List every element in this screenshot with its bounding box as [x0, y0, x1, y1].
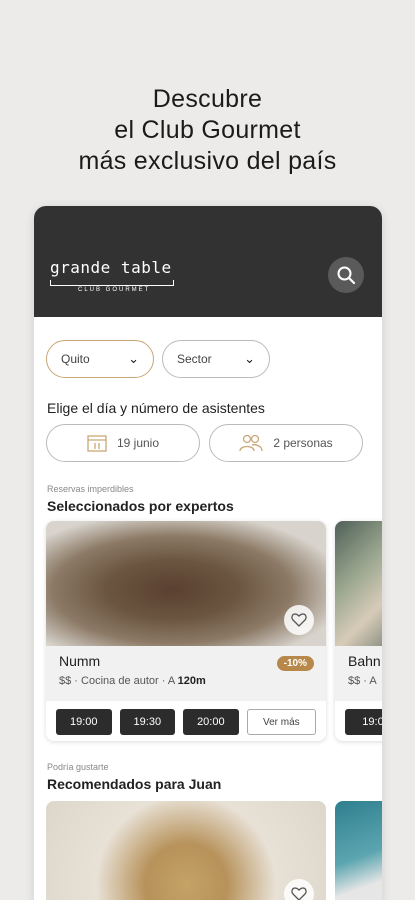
recommended-card[interactable] [46, 801, 326, 900]
logo-underline [50, 280, 174, 286]
restaurant-photo [46, 521, 326, 646]
people-value: 2 personas [273, 436, 333, 450]
restaurant-name: Bahn [348, 653, 381, 669]
restaurant-name: Numm [59, 653, 101, 669]
city-value: Quito [61, 352, 90, 366]
app-header: grande table CLUB GOURMET [34, 206, 382, 317]
restaurant-info: Bahn $$ · A [335, 646, 382, 701]
heart-icon [291, 887, 307, 900]
time-slots: 19:00 19:30 20:00 Ver más [46, 701, 326, 741]
phone-screen: grande table CLUB GOURMET Quito ⌄ Sector… [34, 206, 382, 900]
time-slot-button[interactable]: 20:00 [183, 709, 239, 735]
time-slot-button[interactable]: 19:00 [56, 709, 112, 735]
time-slot-button[interactable]: 19:0 [345, 709, 382, 735]
date-picker[interactable]: 19 junio [46, 424, 200, 462]
people-picker[interactable]: 2 personas [209, 424, 363, 462]
restaurant-card-partial[interactable]: Bahn $$ · A 19:0 [335, 521, 382, 741]
section-2-title: Recomendados para Juan [47, 776, 222, 792]
calendar-icon [87, 435, 107, 452]
sector-select[interactable]: Sector ⌄ [162, 340, 270, 378]
section-2-caption: Podría gustarte [47, 762, 109, 772]
see-more-button[interactable]: Ver más [246, 709, 317, 735]
filter-row: Quito ⌄ Sector ⌄ [46, 340, 270, 378]
promo-headline: Descubre el Club Gourmet más exclusivo d… [0, 84, 415, 177]
app-logo[interactable]: grande table CLUB GOURMET [50, 258, 174, 293]
logo-subtitle: CLUB GOURMET [78, 287, 151, 293]
date-value: 19 junio [116, 436, 160, 450]
logo-text: grande table [50, 258, 172, 277]
pick-label: Elige el día y número de asistentes [47, 400, 265, 416]
heart-icon [291, 613, 307, 627]
favorite-button[interactable] [284, 879, 314, 900]
time-slot-button[interactable]: 19:30 [119, 709, 176, 735]
favorite-button[interactable] [284, 605, 314, 635]
headline-line-2: el Club Gourmet [114, 116, 301, 144]
chevron-down-icon: ⌄ [244, 351, 255, 366]
restaurant-cuisine: Cocina de autor [81, 675, 159, 687]
restaurant-details: $$ · A [348, 675, 377, 687]
discount-badge: -10% [276, 656, 314, 671]
headline-line-1: Descubre [152, 85, 263, 113]
restaurant-price: $$ [59, 675, 72, 687]
section-1-caption: Reservas imperdibles [47, 484, 134, 494]
restaurant-info: Numm $$ · Cocina de autor · A 120m -10% [46, 646, 326, 701]
restaurant-photo [335, 521, 382, 646]
headline-line-3: más exclusivo del país [78, 147, 337, 175]
search-button[interactable] [328, 257, 364, 293]
recommended-card-partial[interactable] [335, 801, 382, 900]
section-1-title: Seleccionados por expertos [47, 498, 234, 514]
restaurant-details: $$ · Cocina de autor · A 120m [59, 675, 206, 687]
city-select[interactable]: Quito ⌄ [46, 340, 154, 378]
chevron-down-icon: ⌄ [128, 351, 139, 366]
distance-prefix: A [167, 675, 175, 687]
people-icon [239, 434, 263, 452]
sector-value: Sector [177, 352, 212, 366]
restaurant-card[interactable]: Numm $$ · Cocina de autor · A 120m -10% … [46, 521, 326, 741]
search-icon [337, 266, 356, 285]
restaurant-distance: 120m [177, 675, 206, 687]
pick-row: 19 junio 2 personas [46, 424, 363, 462]
